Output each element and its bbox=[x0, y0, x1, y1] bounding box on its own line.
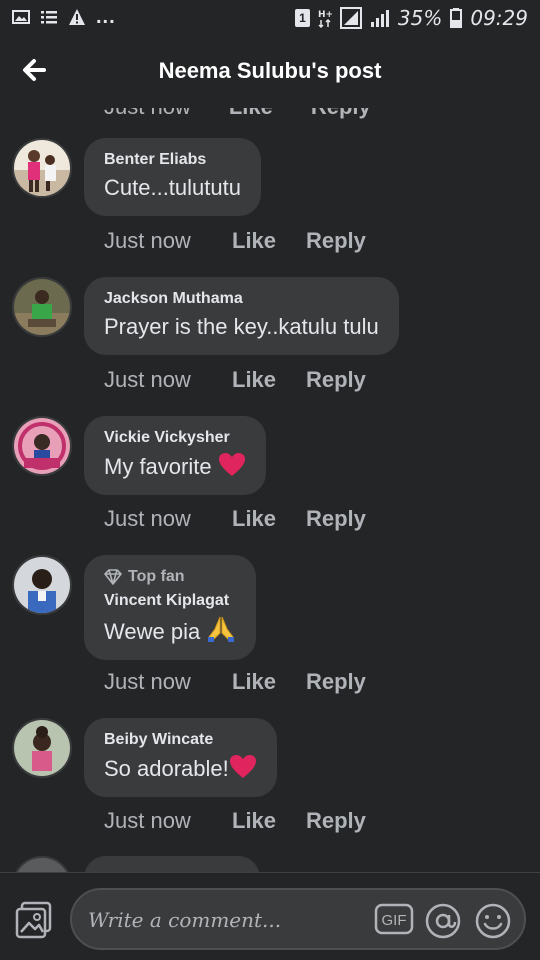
avatar-photo bbox=[14, 418, 70, 474]
avatar-photo bbox=[14, 557, 70, 613]
like-button[interactable]: Like bbox=[232, 367, 306, 393]
comment-text-line: Wewe pia bbox=[104, 615, 236, 646]
comment-actions: Just now Like Reply bbox=[104, 506, 366, 532]
comment-bubble[interactable]: Vickie Vickysher My favorite bbox=[84, 416, 266, 495]
reply-button[interactable]: Reply bbox=[306, 228, 366, 254]
comment-time: Just now bbox=[104, 228, 191, 253]
gif-label: GIF bbox=[382, 912, 407, 929]
avatar[interactable] bbox=[12, 416, 72, 476]
comment-input-wrapper[interactable]: GIF bbox=[70, 888, 526, 950]
like-button[interactable]: Like bbox=[229, 108, 273, 120]
page-title: Neema Sulubu's post bbox=[158, 58, 382, 83]
avatar-photo bbox=[14, 140, 70, 196]
comment-actions: Just now Like Reply bbox=[104, 228, 366, 254]
heart-emoji-icon bbox=[229, 755, 256, 778]
reply-button[interactable]: Reply bbox=[306, 669, 366, 695]
hplus-network-icon: H+ bbox=[318, 10, 332, 28]
comment-bubble[interactable] bbox=[84, 856, 260, 872]
comment-bubble[interactable]: Benter Eliabs Cute...tulututu bbox=[84, 138, 261, 216]
avatar-photo bbox=[14, 720, 70, 776]
comment-text-line: So adorable! bbox=[104, 754, 257, 783]
comment-author[interactable]: Benter Eliabs bbox=[104, 150, 241, 170]
reply-button[interactable]: Reply bbox=[306, 367, 366, 393]
comment-text: So adorable! bbox=[104, 756, 229, 781]
like-button[interactable]: Like bbox=[232, 808, 306, 834]
comment-time: Just now bbox=[104, 367, 191, 392]
comment-author[interactable]: Vincent Kiplagat bbox=[104, 591, 236, 611]
sim-badge: 1 bbox=[294, 9, 310, 27]
comment-bubble[interactable]: Beiby Wincate So adorable! bbox=[84, 718, 277, 797]
avatar[interactable] bbox=[12, 277, 72, 337]
battery-icon bbox=[450, 8, 463, 28]
reply-button[interactable]: Reply bbox=[306, 808, 366, 834]
comment-text: Cute...tulututu bbox=[104, 175, 241, 200]
reply-button[interactable]: Reply bbox=[306, 506, 366, 532]
avatar-photo bbox=[14, 279, 70, 335]
like-button[interactable]: Like bbox=[232, 506, 306, 532]
reply-button[interactable]: Reply bbox=[311, 108, 371, 120]
gif-icon[interactable]: GIF bbox=[374, 903, 414, 935]
comment-text-line: My favorite bbox=[104, 452, 246, 481]
comment-actions: Just now Like Reply bbox=[104, 367, 366, 393]
emoji-icon[interactable] bbox=[474, 902, 512, 940]
diamond-icon bbox=[104, 569, 122, 585]
avatar[interactable] bbox=[12, 718, 72, 778]
cut-off-comment-actions: Just now Like Reply bbox=[104, 108, 371, 120]
like-button[interactable]: Like bbox=[232, 669, 306, 695]
avatar[interactable] bbox=[12, 856, 72, 872]
like-button[interactable]: Like bbox=[232, 228, 306, 254]
list-notification-icon bbox=[41, 11, 57, 24]
status-left: ... bbox=[12, 6, 116, 28]
comment-text: My favorite bbox=[104, 454, 212, 479]
comment-input[interactable] bbox=[88, 902, 368, 938]
heart-emoji-icon bbox=[218, 453, 245, 476]
comment-actions: Just now Like Reply bbox=[104, 808, 366, 834]
comment-bubble[interactable]: Top fan Vincent Kiplagat Wewe pia bbox=[84, 555, 257, 660]
status-bar: ... 1 H+ 35% 09:29 bbox=[0, 0, 540, 36]
signal-sim1-icon bbox=[339, 7, 362, 29]
mention-icon[interactable] bbox=[424, 902, 462, 940]
comment-time: Just now bbox=[104, 669, 191, 694]
avatar[interactable] bbox=[12, 555, 72, 615]
warning-notification-icon bbox=[69, 9, 85, 25]
top-fan-label: Top fan bbox=[128, 568, 185, 585]
praying-hands-emoji-icon bbox=[208, 616, 235, 642]
battery-percent: 35% bbox=[397, 6, 443, 30]
comment-composer: GIF bbox=[0, 872, 540, 960]
comment-author[interactable]: Beiby Wincate bbox=[104, 730, 257, 750]
comment-time: Just now bbox=[104, 108, 191, 120]
comment-actions: Just now Like Reply bbox=[104, 669, 366, 695]
comment-text: Prayer is the key..katulu tulu bbox=[104, 314, 379, 339]
top-fan-badge: Top fan bbox=[104, 567, 236, 587]
clock: 09:29 bbox=[470, 6, 528, 30]
svg-text:H+: H+ bbox=[318, 10, 332, 20]
comment-time: Just now bbox=[104, 506, 191, 531]
avatar[interactable] bbox=[12, 138, 72, 198]
more-notifications-dots: ... bbox=[96, 6, 116, 28]
status-right: 1 H+ 35% 09:29 bbox=[294, 6, 528, 30]
photo-icon[interactable] bbox=[14, 901, 54, 939]
comment-bubble[interactable]: Jackson Muthama Prayer is the key..katul… bbox=[84, 277, 399, 355]
comment-author[interactable]: Vickie Vickysher bbox=[104, 428, 246, 448]
comments-list[interactable]: Just now Like Reply Benter Eliabs Cute..… bbox=[0, 108, 540, 872]
gallery-notification-icon bbox=[12, 10, 30, 24]
comment-author[interactable]: Jackson Muthama bbox=[104, 289, 379, 309]
post-header: Neema Sulubu's post bbox=[0, 36, 540, 108]
signal-sim2-icon bbox=[370, 10, 389, 27]
comment-text: Wewe pia bbox=[104, 619, 201, 644]
comment-time: Just now bbox=[104, 808, 191, 833]
